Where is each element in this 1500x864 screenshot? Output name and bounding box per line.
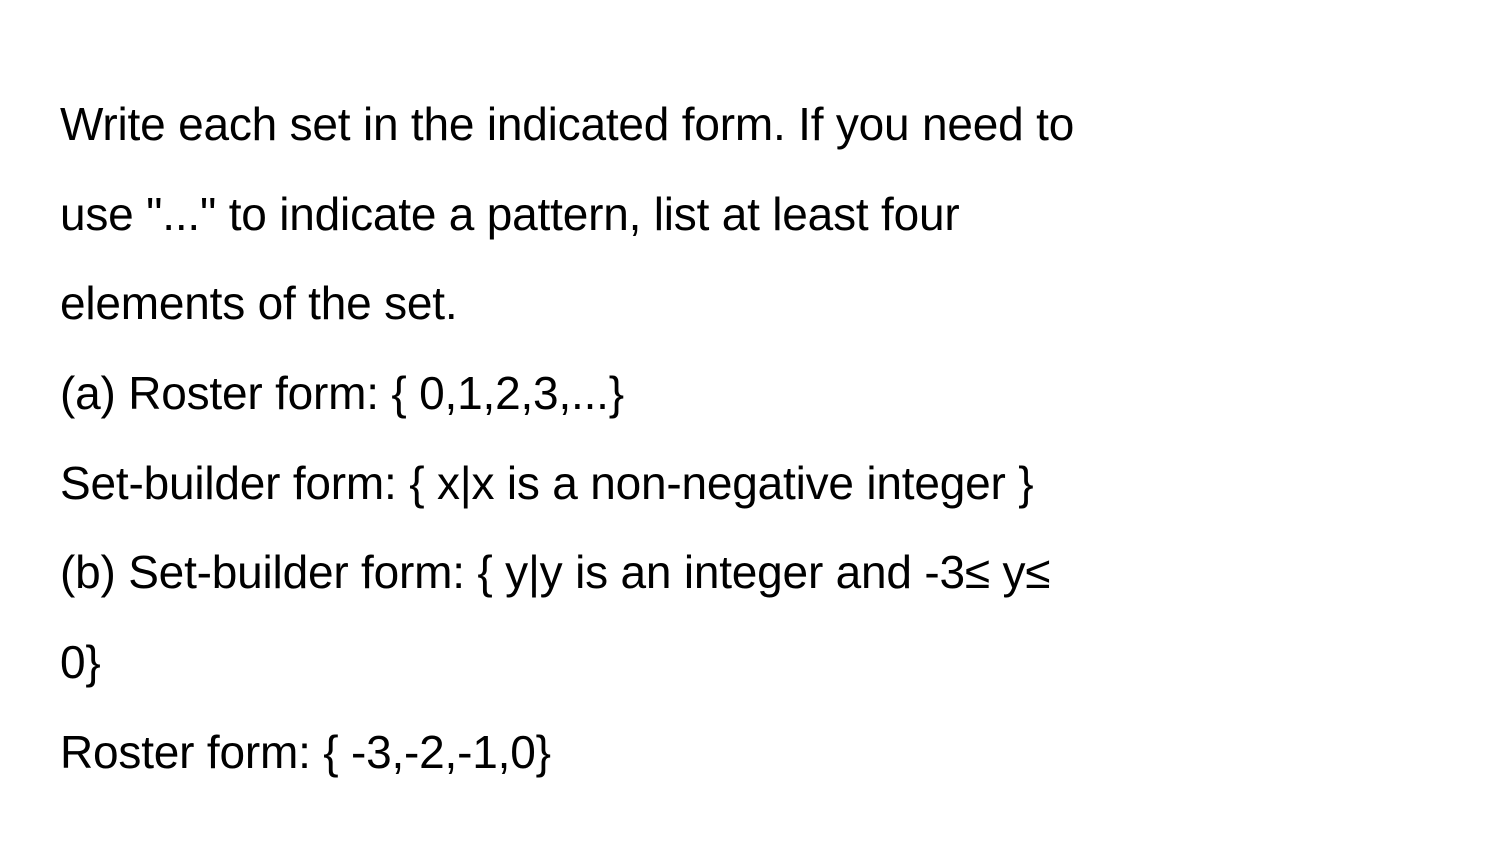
document-page: Write each set in the indicated form. If… — [0, 0, 1500, 864]
instruction-line-3: elements of the set. — [60, 259, 1440, 349]
part-a-setbuilder: Set-builder form: { x|x is a non-negativ… — [60, 439, 1440, 529]
part-b-roster: Roster form: { -3,-2,-1,0} — [60, 708, 1440, 798]
instruction-line-2: use "..." to indicate a pattern, list at… — [60, 170, 1440, 260]
instruction-line-1: Write each set in the indicated form. If… — [60, 80, 1440, 170]
part-b-setbuilder-2: 0} — [60, 618, 1440, 708]
part-b-setbuilder-1: (b) Set-builder form: { y|y is an intege… — [60, 528, 1440, 618]
part-a-roster: (a) Roster form: { 0,1,2,3,...} — [60, 349, 1440, 439]
